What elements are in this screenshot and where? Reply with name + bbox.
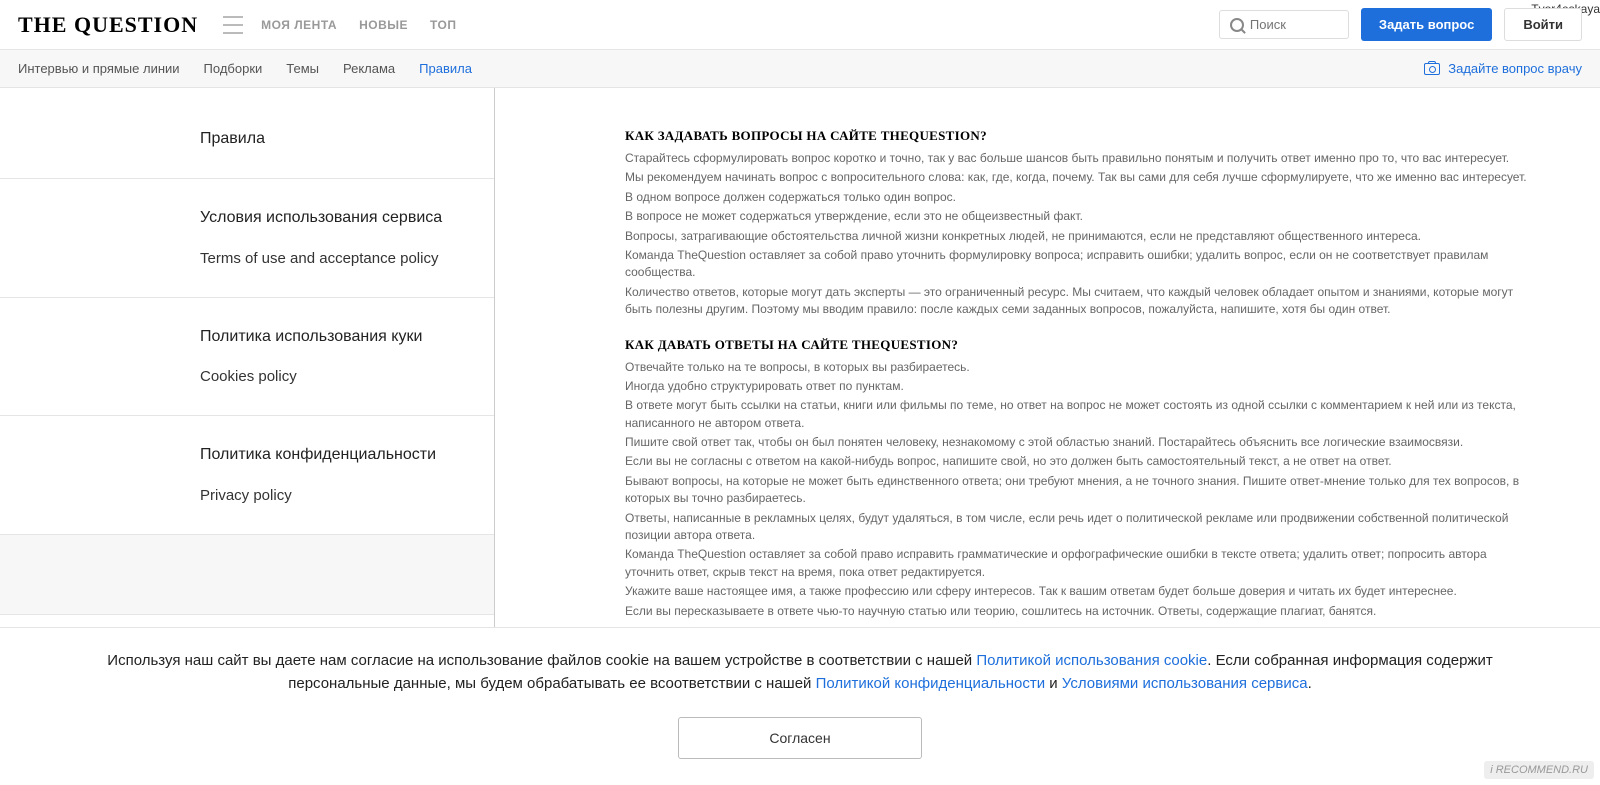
sidebar: Правила Условия использования сервиса Term… [0,88,494,615]
sidebar-section-title: Условия использования сервиса [200,207,454,229]
search-box[interactable] [1219,10,1349,39]
sidebar-section-extra [0,535,494,615]
rule-paragraph: В одном вопросе должен содержаться тольк… [625,189,1530,206]
ask-doctor-link[interactable]: Задайте вопрос врачу [1424,61,1582,76]
sub-nav: Интервью и прямые линии Подборки Темы Рекла… [0,50,1600,88]
rule-heading: КАК ЗАДАВАТЬ ВОПРОСЫ НА САЙТЕ THEQUESTIO… [625,128,1530,144]
feed-icon[interactable] [223,16,243,34]
cookie-banner: Используя наш сайт вы даете нам согласие… [0,627,1600,785]
rule-paragraph: Ответы, написанные в рекламных целях, бу… [625,510,1530,545]
watermark: i RECOMMEND.RU [1484,761,1594,779]
rule-paragraph: В вопросе не может содержаться утвержден… [625,208,1530,225]
cookie-policy-link[interactable]: Политикой использования cookie [976,652,1207,669]
rule-paragraph: Команда TheQuestion оставляет за собой п… [625,546,1530,581]
sidebar-section-1[interactable]: Условия использования сервиса Terms of us… [0,179,494,297]
rule-paragraph: Вопросы, затрагивающие обстоятельства ли… [625,228,1530,245]
terms-link[interactable]: Условиями использования сервиса [1062,675,1308,692]
sidebar-section-title: Политика конфиденциальности [200,444,454,466]
rule-paragraph: Количество ответов, которые могут дать э… [625,284,1530,319]
sidebar-section-sub: Privacy policy [200,485,454,506]
privacy-policy-link[interactable]: Политикой конфиденциальности [816,675,1046,692]
subnav-item-0[interactable]: Интервью и прямые линии [18,61,180,76]
login-button[interactable]: Войти [1504,8,1582,41]
site-logo[interactable]: THE QUESTION [18,12,198,38]
header: THE QUESTION МОЯ ЛЕНТА НОВЫЕ ТОП Задать во… [0,0,1600,50]
ask-question-button[interactable]: Задать вопрос [1361,8,1492,41]
rule-paragraph: В ответе могут быть ссылки на статьи, кн… [625,397,1530,432]
sidebar-section-2[interactable]: Политика использования куки Cookies polic… [0,298,494,416]
ask-doctor-label: Задайте вопрос врачу [1448,61,1582,76]
rule-paragraph: Укажите ваше настоящее имя, а также проф… [625,583,1530,600]
subnav-item-4[interactable]: Правила [419,61,472,76]
rule-paragraph: Пишите свой ответ так, чтобы он был поня… [625,434,1530,451]
subnav-item-3[interactable]: Реклама [343,61,395,76]
rule-paragraph: Отвечайте только на те вопросы, в которы… [625,359,1530,376]
rule-paragraph: Старайтесь сформулировать вопрос коротко… [625,150,1530,167]
subnav-item-2[interactable]: Темы [286,61,319,76]
nav-item-2[interactable]: ТОП [430,18,457,32]
rule-paragraph: Если вы пересказываете в ответе чью-то н… [625,603,1530,620]
rule-heading: КАК ДАВАТЬ ОТВЕТЫ НА САЙТЕ THEQUESTION? [625,337,1530,353]
sidebar-section-title: Правила [200,128,454,150]
camera-icon [1424,63,1440,75]
top-nav: МОЯ ЛЕНТА НОВЫЕ ТОП [261,18,456,32]
sidebar-section-sub: Cookies policy [200,366,454,387]
rule-paragraph: Если вы не согласны с ответом на какой-н… [625,453,1530,470]
search-input[interactable] [1250,17,1338,32]
sidebar-section-0[interactable]: Правила [0,88,494,179]
cookie-accept-button[interactable]: Согласен [678,717,921,759]
sidebar-section-sub: Terms of use and acceptance policy [200,248,454,269]
rule-paragraph: Иногда удобно структурировать ответ по п… [625,378,1530,395]
cookie-text: Используя наш сайт вы даете нам согласие… [60,650,1540,695]
rule-block-0: КАК ЗАДАВАТЬ ВОПРОСЫ НА САЙТЕ THEQUESTIO… [625,128,1530,319]
header-right: Задать вопрос Войти [1219,8,1582,41]
sidebar-section-title: Политика использования куки [200,326,454,348]
rule-paragraph: Команда TheQuestion оставляет за собой п… [625,247,1530,282]
rule-paragraph: Бывают вопросы, на которые не может быть… [625,473,1530,508]
nav-item-1[interactable]: НОВЫЕ [359,18,408,32]
nav-item-0[interactable]: МОЯ ЛЕНТА [261,18,337,32]
sidebar-section-3[interactable]: Политика конфиденциальности Privacy polic… [0,416,494,534]
search-icon [1230,18,1244,32]
rule-paragraph: Мы рекомендуем начинать вопрос с вопроси… [625,169,1530,186]
rule-block-1: КАК ДАВАТЬ ОТВЕТЫ НА САЙТЕ THEQUESTION? О… [625,337,1530,620]
subnav-item-1[interactable]: Подборки [204,61,263,76]
